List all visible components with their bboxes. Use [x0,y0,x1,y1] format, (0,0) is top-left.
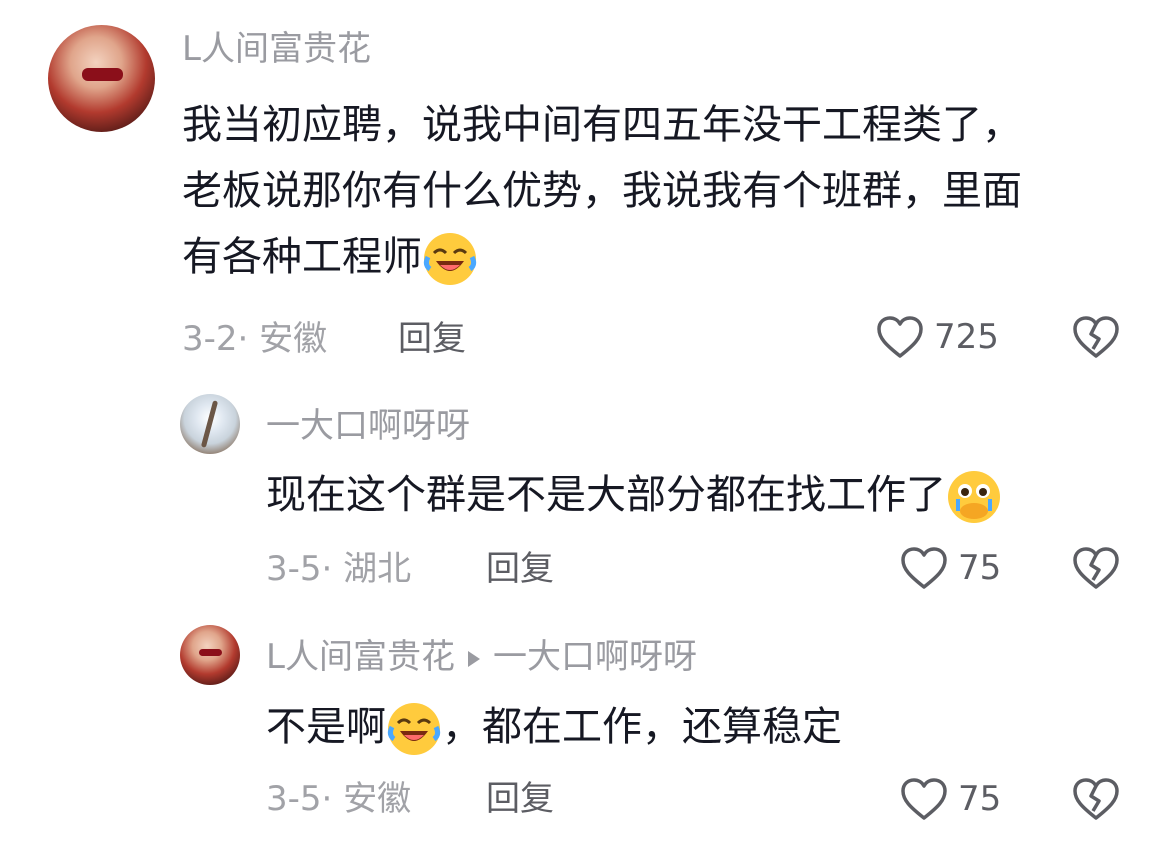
dislike-icon[interactable] [1072,315,1120,359]
comment-author[interactable]: L人间富贵花 [182,32,371,66]
like-button[interactable]: 75 [900,546,1001,590]
pleading-hands-emoji-icon [948,471,1000,523]
reply-arrow-icon [467,650,480,667]
comment-text: 我当初应聘，说我中间有四五年没干工程类了， 老板说那你有什么优势，我说我有个班群… [182,92,1022,290]
reply-button[interactable]: 回复 [486,552,554,586]
avatar[interactable] [48,25,155,132]
reply-button[interactable]: 回复 [398,322,466,356]
reply-to-author[interactable]: 一大口啊呀呀 [493,637,697,677]
comment-line-text: 有各种工程师 [182,234,422,280]
avatar-glasses [82,67,123,81]
dislike-icon[interactable] [1072,546,1120,590]
like-button[interactable]: 725 [876,315,999,359]
comment-text: 现在这个群是不是大部分都在找工作了 [266,462,1002,528]
heart-icon [901,778,947,820]
comment-author[interactable]: L人间富贵花 [266,637,455,677]
comment-date-location: 3-5· 安徽 [266,779,412,819]
heart-icon [877,316,923,358]
comment-line: 老板说那你有什么优势，我说我有个班群，里面 [182,168,1022,214]
comment-line-text: 现在这个群是不是大部分都在找工作了 [266,472,946,518]
comment-date-location: 3-2· 安徽 [182,319,328,359]
laughing-crying-emoji-icon [423,233,477,285]
avatar-branch [200,400,218,448]
comment-date-location: 3-5· 湖北 [266,549,412,589]
dislike-icon[interactable] [1072,777,1120,821]
comment-text-before: 不是啊 [266,704,386,750]
comment-author-line: L人间富贵花 一大口啊呀呀 [266,640,697,674]
comment-author[interactable]: 一大口啊呀呀 [266,409,470,443]
like-count: 725 [934,317,999,357]
avatar[interactable] [180,394,240,454]
avatar[interactable] [180,625,240,685]
like-button[interactable]: 75 [900,777,1001,821]
comment-text-after: ，都在工作，还算稳定 [442,704,842,750]
like-count: 75 [958,779,1002,819]
heart-icon [901,547,947,589]
like-count: 75 [958,548,1002,588]
comment-line: 我当初应聘，说我中间有四五年没干工程类了， [182,102,1022,148]
reply-button[interactable]: 回复 [486,782,554,816]
comment-line: 有各种工程师 [182,224,1022,290]
avatar-glasses [199,649,222,657]
comment-text: 不是啊 ，都在工作，还算稳定 [266,694,842,760]
laughing-crying-emoji-icon [387,703,441,755]
